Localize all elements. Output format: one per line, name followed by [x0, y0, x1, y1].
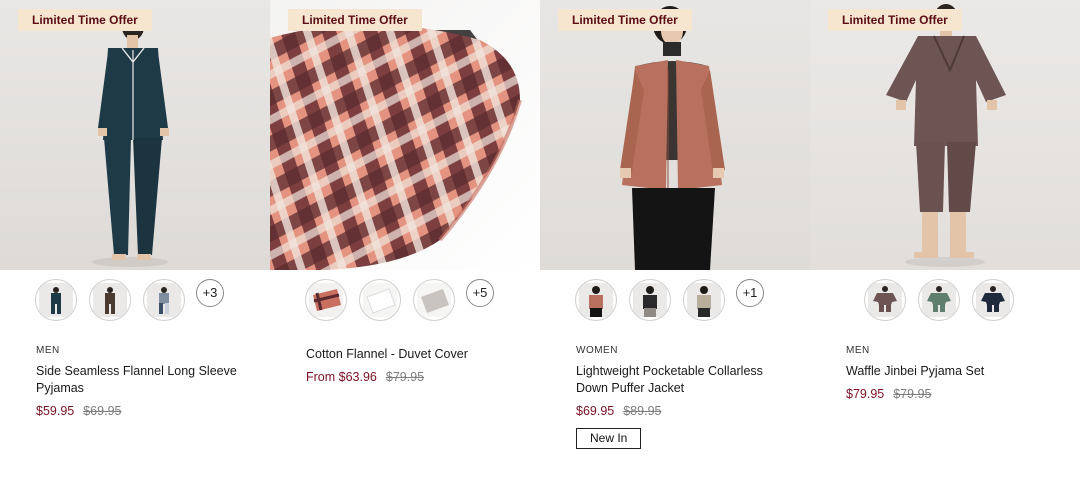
- color-swatch-plaid[interactable]: [305, 279, 347, 321]
- new-in-tag: New In: [576, 428, 642, 449]
- limited-offer-badge: Limited Time Offer: [558, 9, 692, 31]
- original-price: $79.95: [385, 370, 425, 384]
- product-price: $79.95 $79.95: [846, 387, 931, 401]
- product-name[interactable]: Cotton Flannel - Duvet Cover: [306, 346, 521, 363]
- product-card: Limited Time Offer MEN Waffle Jinbei Pyj…: [810, 0, 1080, 486]
- product-name[interactable]: Lightweight Pocketable Collarless Down P…: [576, 363, 791, 397]
- product-name[interactable]: Side Seamless Flannel Long Sleeve Pyjama…: [36, 363, 251, 397]
- product-price: $69.95 $89.95: [576, 404, 661, 418]
- more-colors-button[interactable]: +1: [736, 279, 764, 307]
- product-image[interactable]: Limited Time Offer: [810, 0, 1080, 270]
- product-category: WOMEN: [576, 345, 618, 356]
- color-swatch-gray[interactable]: [413, 279, 455, 321]
- product-category: MEN: [36, 345, 60, 356]
- more-colors-button[interactable]: +3: [196, 279, 224, 307]
- product-grid: Limited Time Offer +3 MEN Side Seamless …: [0, 0, 1080, 486]
- more-colors-button[interactable]: +5: [466, 279, 494, 307]
- original-price: $89.95: [623, 404, 662, 418]
- product-image[interactable]: Limited Time Offer: [540, 0, 810, 270]
- sale-price: $79.95: [846, 387, 885, 401]
- sale-price: $59.95: [36, 404, 75, 418]
- product-image[interactable]: Limited Time Offer: [0, 0, 270, 270]
- original-price: $79.95: [893, 387, 932, 401]
- color-swatches: +1: [540, 279, 810, 323]
- product-card: Limited Time Offer +1 WOMEN Lightweight …: [540, 0, 810, 486]
- product-price: $59.95 $69.95: [36, 404, 121, 418]
- product-card: Limited Time Offer +5 Cotton Flannel - D…: [270, 0, 540, 486]
- color-swatch-navy[interactable]: [35, 279, 77, 321]
- limited-offer-badge: Limited Time Offer: [828, 9, 962, 31]
- product-category: MEN: [846, 345, 870, 356]
- limited-offer-badge: Limited Time Offer: [288, 9, 422, 31]
- color-swatch-check[interactable]: [143, 279, 185, 321]
- color-swatch-navy[interactable]: [972, 279, 1014, 321]
- sale-price: From $63.96: [306, 370, 377, 384]
- original-price: $69.95: [83, 404, 122, 418]
- sale-price: $69.95: [576, 404, 615, 418]
- color-swatch-brown[interactable]: [864, 279, 906, 321]
- color-swatches: +3: [0, 279, 270, 323]
- color-swatch-beige[interactable]: [683, 279, 725, 321]
- color-swatch-terracotta[interactable]: [575, 279, 617, 321]
- product-price: From $63.96 $79.95: [306, 370, 424, 384]
- product-image[interactable]: Limited Time Offer: [270, 0, 540, 270]
- color-swatch-white[interactable]: [359, 279, 401, 321]
- product-card: Limited Time Offer +3 MEN Side Seamless …: [0, 0, 270, 486]
- color-swatch-black[interactable]: [629, 279, 671, 321]
- color-swatch-green[interactable]: [918, 279, 960, 321]
- color-swatch-brown[interactable]: [89, 279, 131, 321]
- product-name[interactable]: Waffle Jinbei Pyjama Set: [846, 363, 1061, 380]
- limited-offer-badge: Limited Time Offer: [18, 9, 152, 31]
- color-swatches: [810, 279, 1080, 323]
- color-swatches: +5: [270, 279, 540, 323]
